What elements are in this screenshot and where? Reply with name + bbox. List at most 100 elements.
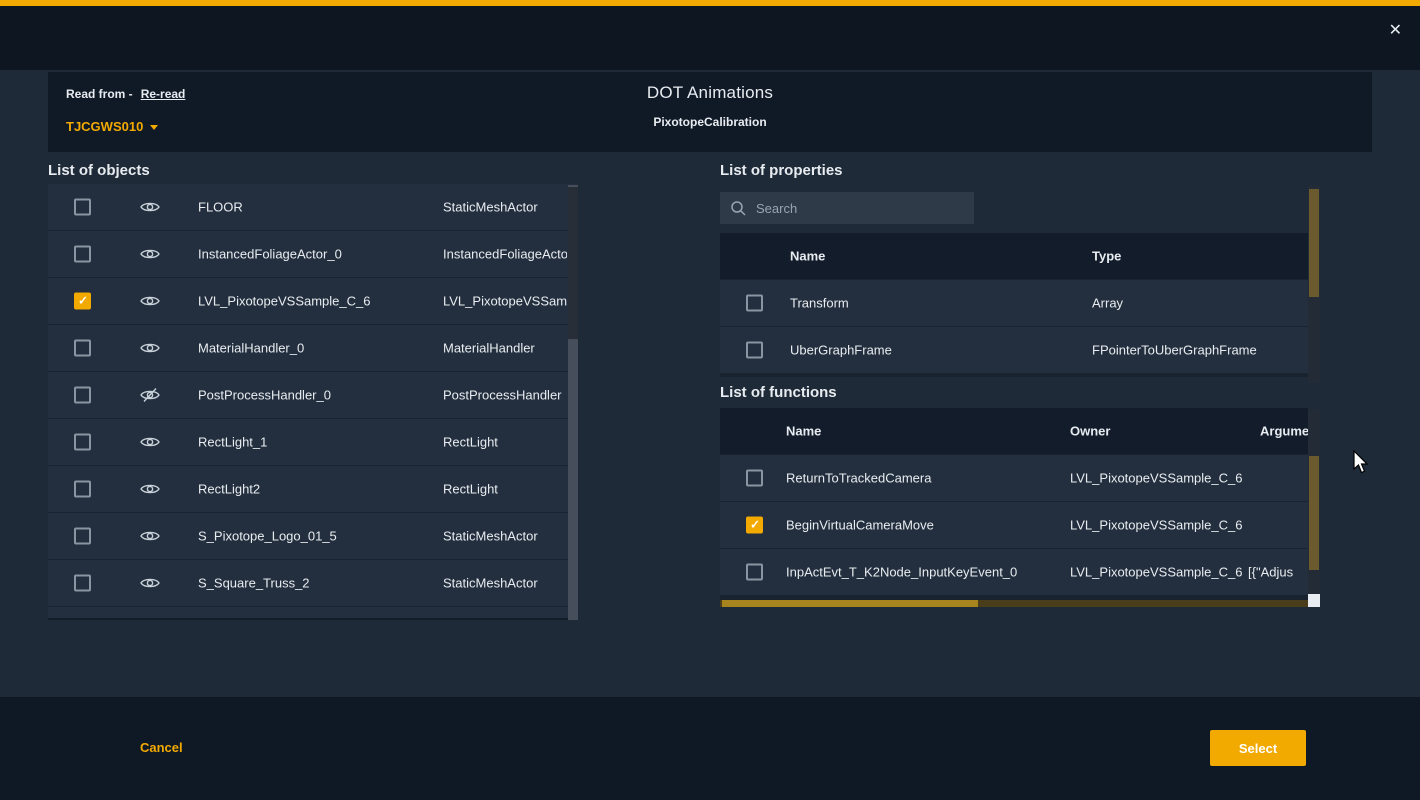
object-row[interactable]: InstancedFoliageActor_0 InstancedFoliage…	[48, 231, 578, 278]
column-header-name: Name	[786, 424, 821, 439]
row-checkbox[interactable]	[74, 575, 91, 592]
eye-icon[interactable]	[140, 341, 160, 355]
search-icon	[730, 200, 746, 216]
row-checkbox[interactable]	[74, 528, 91, 545]
property-type: FPointerToUberGraphFrame	[1092, 343, 1257, 358]
function-name: ReturnToTrackedCamera	[786, 471, 931, 486]
select-button[interactable]: Select	[1210, 730, 1306, 766]
search-input[interactable]	[754, 200, 964, 217]
object-row[interactable]: RectLight2 RectLight	[48, 466, 578, 513]
row-checkbox[interactable]	[746, 517, 763, 534]
object-type: InstancedFoliageActor	[443, 247, 567, 262]
eye-icon[interactable]	[140, 200, 160, 214]
dialog-subtitle: PixotopeCalibration	[48, 115, 1372, 129]
eye-icon[interactable]	[140, 294, 160, 308]
object-row[interactable]: RectLight_1 RectLight	[48, 419, 578, 466]
object-type: StaticMeshActor	[443, 576, 567, 591]
column-header-type: Type	[1092, 249, 1121, 264]
objects-scrollbar[interactable]	[568, 185, 578, 620]
object-row[interactable]: S_Square_Truss_2 StaticMeshActor	[48, 560, 578, 607]
dialog-title: DOT Animations	[48, 83, 1372, 103]
column-header-arguments: Arguments	[1260, 424, 1308, 439]
properties-table: Name Type Transform Array UberGraphFrame…	[720, 233, 1308, 377]
objects-scrollbar-thumb[interactable]	[568, 187, 578, 339]
row-checkbox[interactable]	[74, 246, 91, 263]
object-row[interactable]: MaterialHandler_0 MaterialHandler	[48, 325, 578, 372]
function-owner: LVL_PixotopeVSSample_C_6	[1070, 565, 1246, 580]
row-checkbox[interactable]	[74, 199, 91, 216]
functions-horizontal-scrollbar[interactable]	[720, 600, 1308, 607]
scrollbar-corner	[1308, 594, 1320, 607]
object-type: MaterialHandler	[443, 341, 567, 356]
eye-slash-icon[interactable]	[140, 388, 160, 402]
cancel-button[interactable]: Cancel	[140, 740, 183, 755]
row-checkbox[interactable]	[74, 434, 91, 451]
eye-icon[interactable]	[140, 247, 160, 261]
functions-scrollbar-thumb[interactable]	[1309, 456, 1319, 570]
property-type: Array	[1092, 296, 1123, 311]
object-type: LVL_PixotopeVSSample_C	[443, 294, 567, 309]
function-row[interactable]: InpActEvt_T_K2Node_InputKeyEvent_0 LVL_P…	[720, 549, 1308, 596]
dialog-header: Read from -Re-read TJCGWS010 DOT Animati…	[48, 72, 1372, 152]
objects-heading: List of objects	[48, 162, 150, 179]
function-owner: LVL_PixotopeVSSample_C_6	[1070, 518, 1246, 533]
eye-icon[interactable]	[140, 482, 160, 496]
property-name: Transform	[790, 296, 849, 311]
object-name: RectLight_1	[198, 435, 267, 450]
function-arguments: [{"Adjus	[1248, 565, 1308, 580]
function-name: BeginVirtualCameraMove	[786, 518, 934, 533]
function-owner: LVL_PixotopeVSSample_C_6	[1070, 471, 1246, 486]
row-checkbox[interactable]	[746, 470, 763, 487]
eye-icon[interactable]	[140, 529, 160, 543]
object-row[interactable]: PostProcessHandler_0 PostProcessHandler	[48, 372, 578, 419]
row-checkbox[interactable]	[74, 293, 91, 310]
object-row[interactable]: FLOOR StaticMeshActor	[48, 184, 578, 231]
close-icon[interactable]: ✕	[1389, 23, 1402, 39]
window-top-strip	[0, 6, 1420, 70]
row-checkbox[interactable]	[746, 564, 763, 581]
object-row[interactable]: LVL_PixotopeVSSample_C_6 LVL_PixotopeVSS…	[48, 278, 578, 325]
row-checkbox[interactable]	[746, 342, 763, 359]
row-checkbox[interactable]	[74, 481, 91, 498]
object-type: RectLight	[443, 482, 567, 497]
row-checkbox[interactable]	[74, 340, 91, 357]
object-name: LVL_PixotopeVSSample_C_6	[198, 294, 371, 309]
object-name: MaterialHandler_0	[198, 341, 304, 356]
object-name: FLOOR	[198, 200, 243, 215]
column-header-name: Name	[790, 249, 825, 264]
object-row[interactable]: S_Pixotope_Logo_01_5 StaticMeshActor	[48, 513, 578, 560]
object-name: InstancedFoliageActor_0	[198, 247, 342, 262]
function-row[interactable]: BeginVirtualCameraMove LVL_PixotopeVSSam…	[720, 502, 1308, 549]
functions-scrollbar[interactable]	[1308, 410, 1320, 594]
object-type: RectLight	[443, 435, 567, 450]
eye-icon[interactable]	[140, 576, 160, 590]
property-row[interactable]: Transform Array	[720, 280, 1308, 327]
functions-horizontal-scrollbar-thumb[interactable]	[722, 600, 978, 607]
property-name: UberGraphFrame	[790, 343, 892, 358]
eye-icon[interactable]	[140, 435, 160, 449]
object-name: S_Pixotope_Logo_01_5	[198, 529, 337, 544]
object-type: StaticMeshActor	[443, 200, 567, 215]
object-type: StaticMeshActor	[443, 529, 567, 544]
column-header-owner: Owner	[1070, 424, 1246, 439]
row-checkbox[interactable]	[74, 387, 91, 404]
objects-list: FLOOR StaticMeshActor InstancedFoliageAc…	[48, 184, 578, 620]
function-row[interactable]: ReturnToTrackedCamera LVL_PixotopeVSSamp…	[720, 455, 1308, 502]
dialog-footer	[0, 697, 1420, 800]
functions-table: Name Owner Arguments ReturnToTrackedCame…	[720, 408, 1308, 600]
properties-search[interactable]	[720, 192, 974, 224]
dot-animations-dialog: ✕ Read from -Re-read TJCGWS010 DOT Anima…	[0, 0, 1420, 800]
object-type: PostProcessHandler	[443, 388, 567, 403]
function-name: InpActEvt_T_K2Node_InputKeyEvent_0	[786, 565, 1017, 580]
object-name: RectLight2	[198, 482, 260, 497]
functions-heading: List of functions	[720, 384, 837, 401]
object-name: S_Square_Truss_2	[198, 576, 310, 591]
row-checkbox[interactable]	[746, 295, 763, 312]
functions-table-header: Name Owner Arguments	[720, 408, 1308, 455]
properties-scrollbar-thumb[interactable]	[1309, 189, 1319, 297]
mouse-cursor	[1352, 450, 1372, 481]
object-name: PostProcessHandler_0	[198, 388, 331, 403]
properties-scrollbar[interactable]	[1308, 185, 1320, 382]
property-row[interactable]: UberGraphFrame FPointerToUberGraphFrame	[720, 327, 1308, 374]
properties-table-header: Name Type	[720, 233, 1308, 280]
